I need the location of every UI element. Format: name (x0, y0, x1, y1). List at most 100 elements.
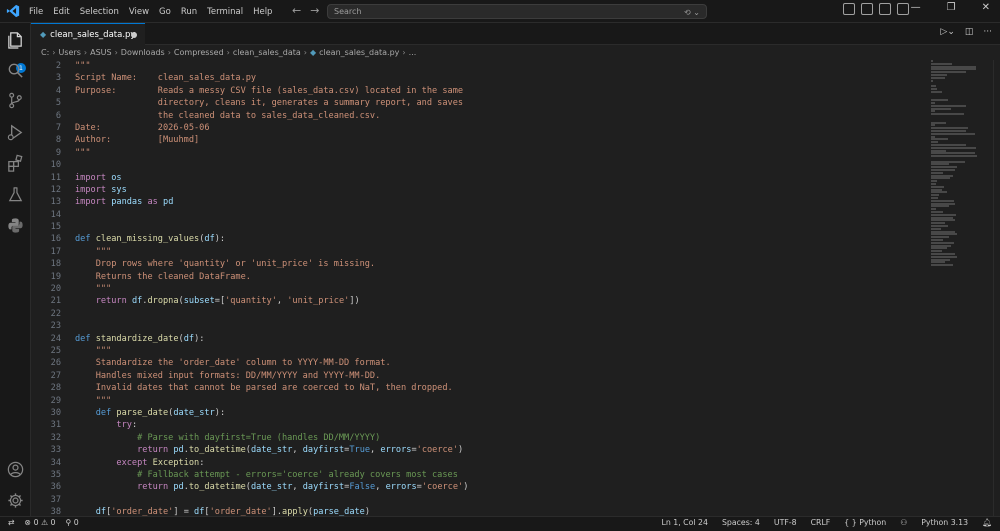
code-line[interactable]: Script Name: clean_sales_data.py (75, 72, 935, 84)
menu-file[interactable]: File (24, 7, 48, 17)
minimap-line (931, 101, 936, 104)
breadcrumb-item[interactable]: ASUS (90, 48, 111, 57)
ports-indicator[interactable]: ⚲ 0 (65, 518, 78, 527)
python-file-icon: ◆ (309, 48, 317, 57)
code-editor[interactable]: 2 3 4 5 6 7 8 9 10 11 12 13 14 15 16 17 18 19 20 21 22 23 24 25… (31, 60, 1000, 516)
toggle-panel-icon[interactable] (879, 3, 891, 15)
code-line[interactable]: Date: 2026-05-06 (75, 122, 935, 134)
code-line[interactable]: import pandas as pd (75, 196, 935, 208)
code-line[interactable]: """ (75, 345, 935, 357)
python-interpreter[interactable]: Python 3.13 (921, 518, 968, 527)
settings-gear-icon[interactable] (6, 491, 25, 510)
code-line[interactable]: """ (75, 283, 935, 295)
code-line[interactable]: # Parse with dayfirst=True (handles DD/M… (75, 432, 935, 444)
split-editor-icon[interactable]: ◫ (965, 27, 974, 37)
explorer-icon[interactable] (6, 30, 25, 49)
line-number: 3 (55, 73, 61, 84)
copilot-icon[interactable]: ⚇ (900, 518, 907, 527)
toggle-secondary-sidebar-icon[interactable] (897, 3, 909, 15)
remote-indicator-icon[interactable]: ⇄ (8, 518, 15, 527)
code-line[interactable] (75, 159, 935, 171)
code-line[interactable]: return pd.to_datetime(date_str, dayfirst… (75, 481, 935, 493)
run-debug-icon[interactable] (6, 123, 25, 142)
unsaved-indicator-icon[interactable] (131, 32, 137, 38)
menu-help[interactable]: Help (248, 7, 277, 17)
menu-view[interactable]: View (124, 7, 154, 17)
python-icon[interactable] (6, 216, 25, 235)
menu-run[interactable]: Run (176, 7, 202, 17)
minimap-line (931, 107, 952, 110)
notifications-bell-icon[interactable]: 🔔︎ (982, 518, 992, 527)
menu-terminal[interactable]: Terminal (202, 7, 248, 17)
code-line[interactable] (75, 221, 935, 233)
language-mode[interactable]: { } Python (844, 518, 886, 527)
close-icon[interactable]: ✕ (982, 2, 990, 13)
code-line[interactable]: def clean_missing_values(df): (75, 233, 935, 245)
minimap[interactable] (931, 60, 991, 267)
menu-go[interactable]: Go (154, 7, 176, 17)
more-actions-icon[interactable]: ··· (983, 27, 992, 37)
menu-selection[interactable]: Selection (75, 7, 124, 17)
breadcrumb-item[interactable]: ... (409, 48, 417, 57)
toggle-sidebar-icon[interactable] (861, 3, 873, 15)
account-icon[interactable] (6, 460, 25, 479)
source-control-icon[interactable] (6, 91, 25, 110)
code-line[interactable]: try: (75, 419, 935, 431)
run-file-icon[interactable]: ▷⌄ (940, 27, 954, 37)
code-line[interactable]: df['order_date'] = df['order_date'].appl… (75, 506, 935, 516)
code-line[interactable]: """ (75, 147, 935, 159)
breadcrumb-item[interactable]: C: (41, 48, 49, 57)
code-line[interactable] (75, 209, 935, 221)
restore-icon[interactable]: ❐ (947, 2, 956, 13)
code-line[interactable]: def standardize_date(df): (75, 333, 935, 345)
code-line[interactable] (75, 494, 935, 506)
code-line[interactable] (75, 308, 935, 320)
line-number: 14 (50, 209, 61, 220)
code-line[interactable] (75, 320, 935, 332)
search-icon[interactable] (6, 61, 25, 80)
line-ending[interactable]: CRLF (811, 518, 831, 527)
command-center-search[interactable]: Search ⟲ ⌄ (327, 4, 707, 19)
code-line[interactable]: import sys (75, 184, 935, 196)
breadcrumb-item[interactable]: Compressed (174, 48, 224, 57)
code-line[interactable]: import os (75, 172, 935, 184)
problems-indicator[interactable]: ⊗ 0 ⚠ 0 (25, 518, 56, 527)
layout-toggle-icon[interactable] (843, 3, 855, 15)
forward-arrow-icon[interactable]: → (310, 4, 319, 17)
line-number: 13 (50, 197, 61, 208)
code-line[interactable]: return pd.to_datetime(date_str, dayfirst… (75, 444, 935, 456)
minimize-icon[interactable]: — (911, 2, 921, 13)
code-line[interactable]: """ (75, 246, 935, 258)
breadcrumb-item[interactable]: clean_sales_data (233, 48, 301, 57)
testing-flask-icon[interactable] (6, 185, 25, 204)
back-arrow-icon[interactable]: ← (292, 4, 301, 17)
breadcrumb-item[interactable]: Users (58, 48, 80, 57)
code-line[interactable]: directory, cleans it, generates a summar… (75, 97, 935, 109)
code-line[interactable]: def parse_date(date_str): (75, 407, 935, 419)
file-encoding[interactable]: UTF-8 (774, 518, 797, 527)
breadcrumb-item[interactable]: Downloads (121, 48, 165, 57)
extensions-icon[interactable] (6, 154, 25, 173)
breadcrumb-item[interactable]: clean_sales_data.py (319, 48, 399, 57)
code-line[interactable]: """ (75, 60, 935, 72)
minimap-line (931, 211, 943, 214)
code-line[interactable]: Purpose: Reads a messy CSV file (sales_d… (75, 85, 935, 97)
vertical-scrollbar[interactable] (993, 60, 1000, 516)
indentation[interactable]: Spaces: 4 (722, 518, 760, 527)
code-line[interactable]: Handles mixed input formats: DD/MM/YYYY … (75, 370, 935, 382)
code-line[interactable]: Drop rows where 'quantity' or 'unit_pric… (75, 258, 935, 270)
tab-clean-sales-data[interactable]: ◆ clean_sales_data.py (31, 23, 145, 45)
code-line[interactable]: return df.dropna(subset=['quantity', 'un… (75, 295, 935, 307)
code-line[interactable]: Standardize the 'order_date' column to Y… (75, 357, 935, 369)
menu-edit[interactable]: Edit (48, 7, 74, 17)
code-line[interactable]: Author: [Muuhmd] (75, 134, 935, 146)
code-lines[interactable]: """ Script Name: clean_sales_data.py Purpo… (75, 60, 935, 516)
code-line[interactable]: Invalid dates that cannot be parsed are … (75, 382, 935, 394)
code-line[interactable]: # Fallback attempt - errors='coerce' alr… (75, 469, 935, 481)
chat-dropdown-icon[interactable]: ⟲ ⌄ (684, 6, 700, 19)
code-line[interactable]: except Exception: (75, 457, 935, 469)
code-line[interactable]: """ (75, 395, 935, 407)
code-line[interactable]: Returns the cleaned DataFrame. (75, 271, 935, 283)
cursor-position[interactable]: Ln 1, Col 24 (662, 518, 708, 527)
code-line[interactable]: the cleaned data to sales_data_cleaned.c… (75, 110, 935, 122)
